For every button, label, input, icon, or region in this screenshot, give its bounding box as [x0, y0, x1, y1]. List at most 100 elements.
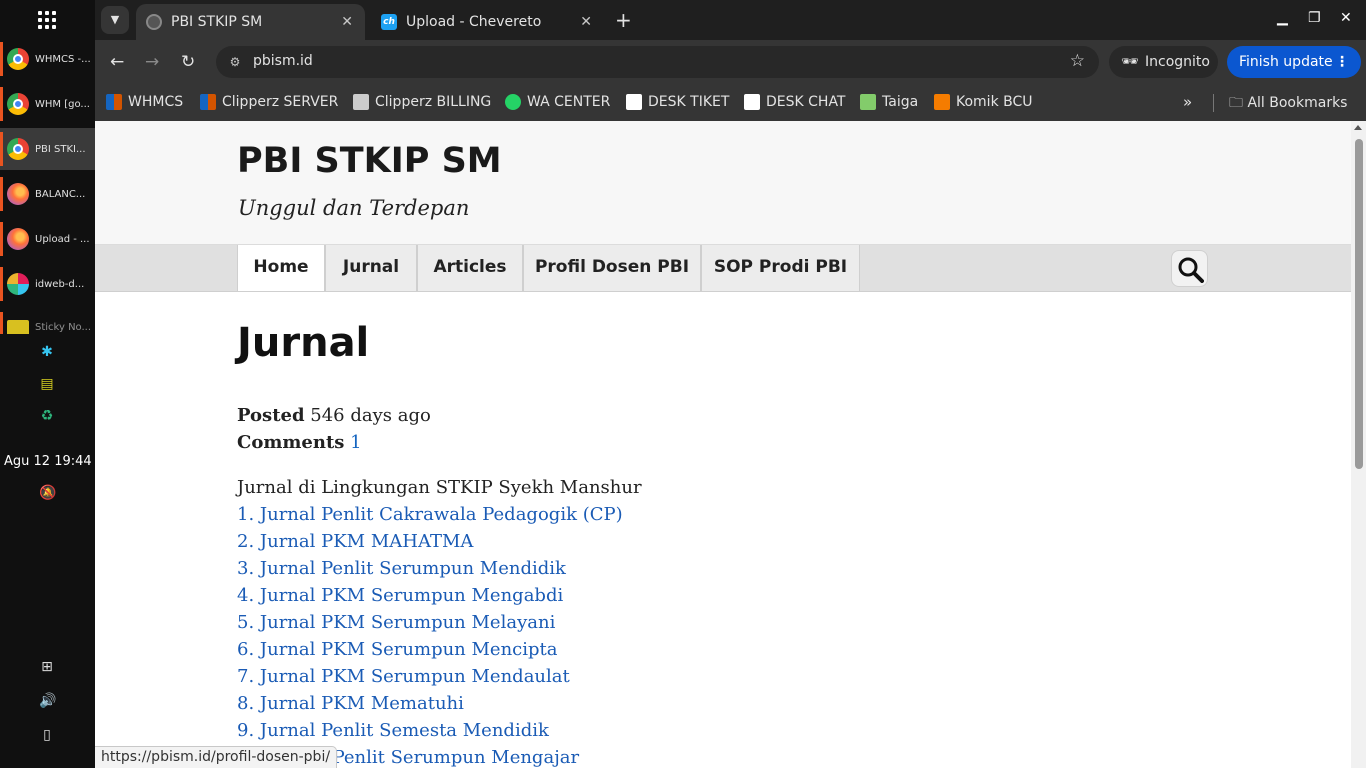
list-item: 9. Jurnal Penlit Semesta Mendidik: [237, 717, 1137, 744]
taskbar-item-idweb[interactable]: idweb-d...: [0, 263, 95, 305]
all-bookmarks-button[interactable]: 🗀 All Bookmarks: [1229, 92, 1347, 116]
site-tagline: Unggul dan Terdepan: [238, 196, 470, 220]
journal-link[interactable]: 9. Jurnal Penlit Semesta Mendidik: [237, 720, 549, 741]
page-scrollbar[interactable]: [1351, 121, 1366, 768]
scroll-up-arrow-icon[interactable]: [1354, 125, 1362, 130]
list-item: 5. Jurnal PKM Serumpun Melayani: [237, 609, 1137, 636]
incognito-indicator[interactable]: 🕶 Incognito: [1109, 46, 1218, 78]
bookmark-komik-bcu[interactable]: Komik BCU: [934, 92, 1033, 112]
close-tab-icon[interactable]: ✕: [341, 14, 353, 30]
finish-update-button[interactable]: Finish update ⋮: [1227, 46, 1361, 78]
slack-icon: [7, 273, 29, 295]
bookmarks-separator: [1213, 94, 1214, 112]
list-item: 2. Jurnal PKM MAHATMA: [237, 528, 1137, 555]
journal-link[interactable]: 3. Jurnal Penlit Serumpun Mendidik: [237, 558, 566, 579]
bookmark-taiga[interactable]: Taiga: [860, 92, 918, 112]
notifications-off-icon[interactable]: 🔕: [39, 485, 56, 501]
os-taskbar: WHMCS -... WHM [go... PBI STKI... BALANC…: [0, 0, 95, 768]
list-item: 4. Jurnal PKM Serumpun Mengabdi: [237, 582, 1137, 609]
more-bookmarks-icon[interactable]: »: [1183, 93, 1192, 111]
bookmark-clipperz-server[interactable]: Clipperz SERVER: [200, 92, 338, 112]
bookmark-whmcs[interactable]: WHMCS: [106, 92, 183, 112]
search-button[interactable]: [1171, 250, 1208, 287]
list-item: 1. Jurnal Penlit Cakrawala Pedagogik (CP…: [237, 501, 1137, 528]
list-item: 10. Jurnal Penlit Serumpun Mengajar: [237, 744, 1137, 768]
whatsapp-icon: [505, 94, 521, 110]
recycle-tray-icon[interactable]: ♻: [39, 408, 55, 424]
menu-item-jurnal[interactable]: Jurnal: [325, 245, 417, 292]
desk-icon: [744, 94, 760, 110]
taskbar-item-sticky[interactable]: Sticky No...: [0, 308, 95, 334]
main-navigation: Home Jurnal Articles Profil Dosen PBI SO…: [95, 245, 1351, 292]
incognito-icon: 🕶: [1121, 54, 1139, 70]
bookmark-desk-tiket[interactable]: DESK TIKET: [626, 92, 729, 112]
journal-link[interactable]: 4. Jurnal PKM Serumpun Mengabdi: [237, 585, 563, 606]
journal-link[interactable]: 1. Jurnal Penlit Cakrawala Pedagogik (CP…: [237, 504, 623, 525]
menu-item-sop-prodi[interactable]: SOP Prodi PBI: [701, 245, 860, 292]
menu-item-home[interactable]: Home: [237, 245, 325, 292]
tab-search-button[interactable]: ▼: [101, 6, 129, 34]
taskbar-item-whm[interactable]: WHM [go...: [0, 83, 95, 125]
menu-item-profil-dosen[interactable]: Profil Dosen PBI: [523, 245, 701, 292]
forward-icon[interactable]: →: [145, 52, 159, 72]
clock[interactable]: Agu 12 19:44: [4, 454, 92, 469]
folder-icon: 🗀: [1229, 95, 1248, 111]
post-content: Jurnal Posted 546 days ago Comments 1 Ju…: [237, 320, 1137, 768]
journal-link[interactable]: 5. Jurnal PKM Serumpun Melayani: [237, 612, 555, 633]
address-bar[interactable]: ⚙ pbism.id ☆: [216, 46, 1099, 78]
journal-link[interactable]: 6. Jurnal PKM Serumpun Mencipta: [237, 639, 558, 660]
menu-item-articles[interactable]: Articles: [417, 245, 523, 292]
journal-link[interactable]: 2. Jurnal PKM MAHATMA: [237, 531, 473, 552]
tab-pbi-stkip[interactable]: PBI STKIP SM ✕: [136, 4, 365, 40]
chrome-icon: [7, 93, 29, 115]
taskbar-item-upload[interactable]: Upload - ...: [0, 218, 95, 260]
sticky-notes-tray-icon[interactable]: ▤: [39, 376, 55, 392]
list-item: 3. Jurnal Penlit Serumpun Mendidik: [237, 555, 1137, 582]
reload-icon[interactable]: ↻: [181, 52, 195, 72]
site-header: PBI STKIP SM Unggul dan Terdepan: [95, 121, 1351, 245]
journal-list: 1. Jurnal Penlit Cakrawala Pedagogik (CP…: [237, 501, 1137, 768]
bookmark-wa-center[interactable]: WA CENTER: [505, 92, 610, 112]
whmcs-icon: [200, 94, 216, 110]
tab-strip: ▼ PBI STKIP SM ✕ ch Upload - Chevereto ✕…: [95, 0, 1366, 40]
list-item: 8. Jurnal PKM Mematuhi: [237, 690, 1137, 717]
taskbar-item-whmcs[interactable]: WHMCS -...: [0, 38, 95, 80]
page-title: Jurnal: [237, 320, 370, 366]
journal-link[interactable]: 8. Jurnal PKM Mematuhi: [237, 693, 464, 714]
list-item: 6. Jurnal PKM Serumpun Mencipta: [237, 636, 1137, 663]
taiga-icon: [860, 94, 876, 110]
close-window-icon[interactable]: ✕: [1340, 10, 1352, 26]
battery-icon[interactable]: ▯: [39, 727, 55, 743]
scrollbar-thumb[interactable]: [1355, 139, 1363, 469]
site-info-icon[interactable]: ⚙: [226, 53, 244, 71]
globe-icon: [146, 14, 162, 30]
maximize-icon[interactable]: ❐: [1308, 10, 1321, 26]
comments-count-link[interactable]: 1: [350, 432, 361, 453]
minimize-icon[interactable]: ▁: [1277, 10, 1288, 26]
bookmark-desk-chat[interactable]: DESK CHAT: [744, 92, 846, 112]
taskbar-item-balance[interactable]: BALANC...: [0, 173, 95, 215]
close-tab-icon[interactable]: ✕: [580, 14, 592, 30]
back-icon[interactable]: ←: [110, 52, 124, 72]
page-viewport: PBI STKIP SM Unggul dan Terdepan Home Ju…: [95, 121, 1366, 768]
clipperz-icon: [353, 94, 369, 110]
site-title[interactable]: PBI STKIP SM: [237, 141, 502, 181]
bookmark-clipperz-billing[interactable]: Clipperz BILLING: [353, 92, 491, 112]
bookmark-star-icon[interactable]: ☆: [1070, 51, 1085, 71]
browser-window: ▼ PBI STKIP SM ✕ ch Upload - Chevereto ✕…: [95, 0, 1366, 768]
search-icon: [1178, 257, 1204, 283]
app-grid-icon[interactable]: [38, 11, 56, 29]
tab-upload-chevereto[interactable]: ch Upload - Chevereto ✕: [371, 4, 604, 40]
post-meta-comments: Comments 1: [237, 432, 362, 453]
volume-icon[interactable]: 🔊: [39, 693, 56, 709]
journal-link[interactable]: 7. Jurnal PKM Serumpun Mendaulat: [237, 666, 570, 687]
chevron-down-icon: ▼: [110, 13, 120, 26]
more-menu-icon: ⋮: [1335, 54, 1349, 70]
whmcs-icon: [106, 94, 122, 110]
new-tab-icon[interactable]: +: [615, 8, 632, 32]
network-icon[interactable]: ⊞: [39, 659, 55, 675]
slack-tray-icon[interactable]: ✱: [39, 344, 55, 360]
chrome-icon: [7, 48, 29, 70]
taskbar-item-pbi[interactable]: PBI STKI...: [0, 128, 95, 170]
chevereto-icon: ch: [381, 14, 397, 30]
